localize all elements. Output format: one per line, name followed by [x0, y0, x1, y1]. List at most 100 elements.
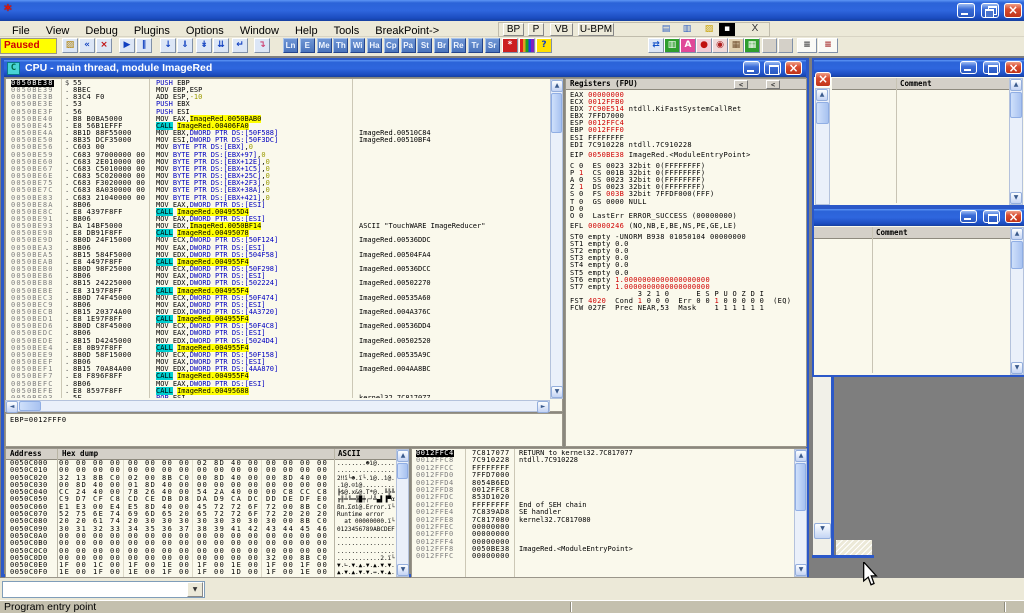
hex-dump-pane[interactable]: Address Hex dump ASCII 0050C00000 00 00 … — [5, 448, 409, 578]
stack-row[interactable]: 0012FFD80012FFC8 — [413, 487, 793, 494]
hidden-window-vscrollbar[interactable]: ▲ — [815, 88, 830, 205]
disasm-row[interactable]: 0050BE3E.53PUSH EBX — [7, 101, 549, 108]
swap-icon[interactable]: ⇄ — [648, 38, 664, 53]
cpu-close-button[interactable] — [785, 61, 802, 75]
register-line[interactable]: FCW 027F Prec NEAR,53 Mask 1 1 1 1 1 1 — [570, 305, 805, 312]
windows-icon[interactable]: ▦ — [744, 38, 760, 53]
stack-row[interactable]: 0012FFE47C839AD8SE handler — [413, 509, 793, 516]
open-file-icon[interactable]: ▨ — [62, 38, 78, 53]
execute-till-return-icon[interactable]: ↵ — [232, 38, 248, 53]
log-icon[interactable]: ▥ — [664, 38, 680, 53]
stack-row[interactable]: 0012FFE0FFFFFFFFEnd of SEH chain — [413, 502, 793, 509]
toolbar-br-button[interactable]: Br — [434, 38, 449, 53]
toolbar-cp-button[interactable]: Cp — [384, 38, 399, 53]
menu-options[interactable]: Options — [178, 23, 232, 39]
plugin-close-button[interactable]: X — [747, 23, 763, 36]
menu-debug[interactable]: Debug — [77, 23, 125, 39]
rw1-minimize-button[interactable] — [960, 61, 977, 74]
toolbar-pa-button[interactable]: Pa — [401, 38, 416, 53]
animate-into-icon[interactable]: ↡ — [196, 38, 212, 53]
plugin-button-vb[interactable]: VB — [550, 23, 573, 36]
disassembly-pane[interactable]: 0050BE38$55PUSH EBP0050BE39.8BECMOV EBP,… — [5, 78, 563, 412]
toolbar-ha-button[interactable]: Ha — [367, 38, 382, 53]
patch-icon[interactable]: ▦ — [728, 38, 744, 53]
rw2-close-button[interactable] — [1005, 210, 1022, 223]
menu-help[interactable]: Help — [287, 23, 326, 39]
step-over-icon[interactable]: ⇓ — [177, 38, 193, 53]
plugin-button-bp[interactable]: BP — [503, 23, 524, 36]
stack-row[interactable]: 0012FFEC00000000 — [413, 524, 793, 531]
toolbar-e-button[interactable]: E — [300, 38, 315, 53]
stack-vscrollbar[interactable]: ▲ ▼ — [794, 449, 807, 577]
console-icon[interactable]: ▪ — [719, 23, 735, 36]
stack-row[interactable]: 0012FFC47C817077RETURN to kernel32.7C817… — [413, 450, 793, 457]
rw2-vscrollbar[interactable]: ▲ ▼ — [1010, 227, 1024, 375]
menu-tools[interactable]: Tools — [326, 23, 368, 39]
toolbar-wi-button[interactable]: Wi — [350, 38, 365, 53]
stack-row[interactable]: 0012FFD48054B6ED — [413, 480, 793, 487]
run-icon[interactable]: ▶ — [119, 38, 135, 53]
disassembly-vscrollbar[interactable]: ▲ ▼ — [550, 79, 563, 399]
animate-over-icon[interactable]: ⇊ — [213, 38, 229, 53]
disasm-row[interactable]: 0050BF03.5EPOP ESIkernel32.7C817077 — [7, 395, 549, 398]
register-line[interactable]: EIP 0050BE38 ImageRed.<ModuleEntryPoint> — [570, 152, 805, 159]
toolbar-sr-button[interactable]: Sr — [485, 38, 500, 53]
toolbar-blank-button[interactable] — [778, 38, 793, 53]
disassembly-hscrollbar[interactable]: ◄ ► — [5, 400, 550, 412]
folder-icon[interactable]: ▨ — [701, 23, 717, 36]
stack-row[interactable]: 0012FFE87C817080kernel32.7C817080 — [413, 517, 793, 524]
cpu-maximize-button[interactable] — [764, 61, 781, 75]
stack-row[interactable]: 0012FFD07FFD7000 — [413, 472, 793, 479]
menu-view[interactable]: View — [38, 23, 78, 39]
stack-row[interactable]: 0012FFDC853D1020 — [413, 494, 793, 501]
stack-row[interactable]: 0012FFC87C910228ntdll.7C910228 — [413, 457, 793, 464]
register-line[interactable]: O 0 LastErr ERROR_SUCCESS (00000000) — [570, 213, 805, 220]
register-line[interactable]: T 0 GS 0000 NULL — [570, 199, 805, 206]
cpu-minimize-button[interactable] — [743, 61, 760, 75]
copy-icon[interactable]: ▤ — [658, 23, 674, 36]
menu-file[interactable]: File — [4, 23, 38, 39]
cpu-window-titlebar[interactable]: C CPU - main thread, module ImageRed — [4, 60, 806, 77]
rw1-close-button[interactable] — [1005, 61, 1022, 74]
registers-pane[interactable]: Registers (FPU) < < EAX 00000000ECX 0012… — [565, 78, 807, 447]
disasm-row[interactable]: 0050BEFE.E8 8597F8FFCALL ImageRed.004956… — [7, 388, 549, 395]
log-list-icon[interactable]: ≡ — [797, 38, 817, 53]
toolbar-re-button[interactable]: Re — [451, 38, 466, 53]
stack-row[interactable]: 0012FFFC00000000 — [413, 553, 793, 560]
ascii-icon[interactable]: A — [680, 38, 696, 53]
close-button[interactable] — [1004, 3, 1022, 18]
rw1-vscrollbar[interactable]: ▲ ▼ — [1009, 78, 1023, 205]
toolbar-ln-button[interactable]: Ln — [283, 38, 298, 53]
go-to-icon[interactable]: ↴ — [254, 38, 270, 53]
stack-row[interactable]: 0012FFF80050BE38ImageRed.<ModuleEntryPoi… — [413, 546, 793, 553]
registers-collapse-button[interactable]: < — [766, 80, 780, 89]
stack-pane[interactable]: 0012FFC47C817077RETURN to kernel32.7C817… — [411, 448, 807, 578]
command-combobox[interactable] — [2, 581, 205, 598]
menu-breakpoint[interactable]: BreakPoint-> — [367, 23, 447, 39]
toolbar-th-button[interactable]: Th — [333, 38, 348, 53]
help-icon[interactable]: ? — [536, 38, 552, 53]
colors-icon[interactable] — [519, 38, 535, 53]
stack-row[interactable]: 0012FFCCFFFFFFFF — [413, 465, 793, 472]
rw1-maximize-button[interactable] — [983, 61, 1000, 74]
close-program-icon[interactable]: × — [96, 38, 112, 53]
toolbar-st-button[interactable]: St — [417, 38, 432, 53]
rw2-minimize-button[interactable] — [960, 210, 977, 223]
menu-plugins[interactable]: Plugins — [126, 23, 178, 39]
rw1-comment-header[interactable]: Comment — [896, 78, 1009, 90]
dump-vscrollbar[interactable]: ▲ ▼ — [396, 449, 409, 577]
rw2-comment-header[interactable]: Comment — [872, 227, 1010, 239]
stack-row[interactable]: 0012FFF000000000 — [413, 531, 793, 538]
rw1-column-header[interactable] — [832, 78, 896, 90]
info-pane[interactable]: EBP=0012FFF0 — [5, 413, 563, 447]
rw2-maximize-button[interactable] — [983, 210, 1000, 223]
minimize-button[interactable] — [957, 3, 975, 18]
plugin-button-p[interactable]: P — [528, 23, 544, 36]
disasm-row[interactable]: 0050BE3B.83C4 F0ADD ESP,-10 — [7, 94, 549, 101]
hidden-window-close-button[interactable] — [815, 72, 831, 87]
pause-icon[interactable]: ‖ — [136, 38, 152, 53]
rw2-column-header[interactable] — [814, 227, 872, 239]
right-window-1-titlebar[interactable] — [814, 60, 1024, 77]
menu-window[interactable]: Window — [232, 23, 287, 39]
hidden-window-scroll-down-button[interactable]: ▼ — [814, 523, 831, 539]
